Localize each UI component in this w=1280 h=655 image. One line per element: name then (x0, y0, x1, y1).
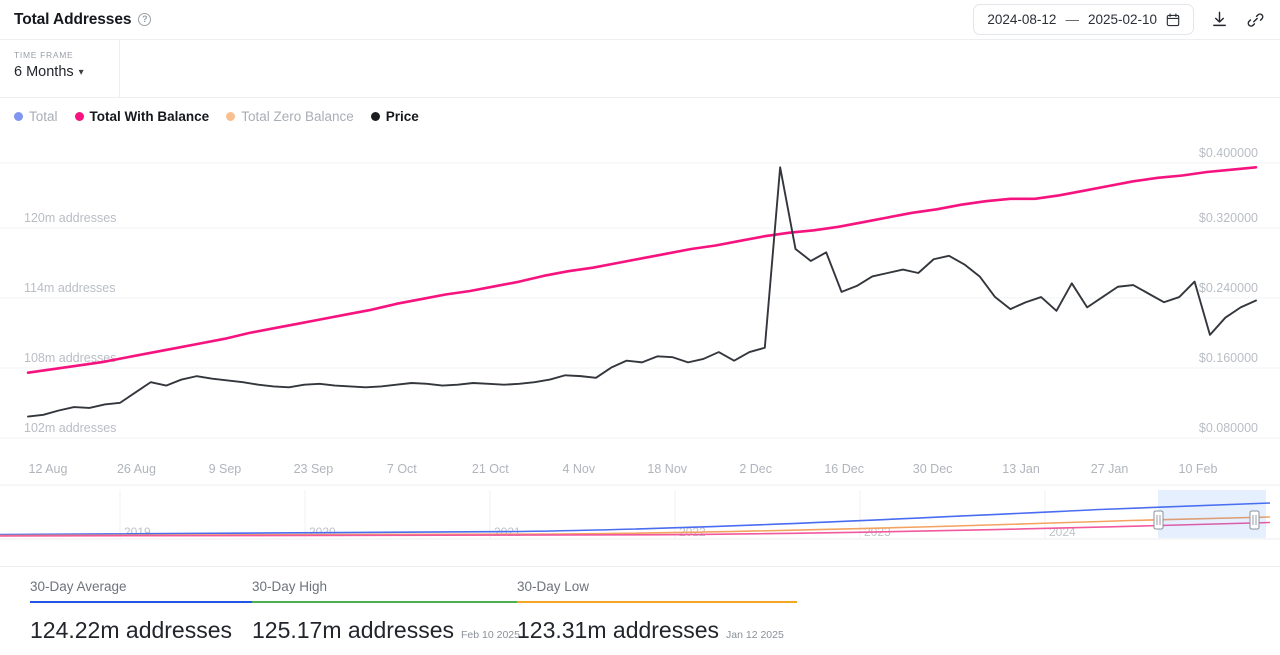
stat-value: 124.22m addresses (30, 617, 233, 643)
link-icon[interactable] (1246, 10, 1266, 30)
stat-value: 125.17m addresses (252, 617, 455, 643)
chart-navigator[interactable]: 2019 2020 2021 2022 2023 2024 (0, 484, 1280, 556)
chart-gridlines (0, 162, 1280, 439)
stat-30-day-low: 30-Day Low 123.31m addresses Jan 12 2025 (517, 567, 797, 655)
svg-text:13 Jan: 13 Jan (1002, 462, 1040, 476)
svg-text:7 Oct: 7 Oct (387, 462, 417, 476)
legend-label-total-with-balance: Total With Balance (89, 108, 210, 124)
navigator-series-total (0, 502, 1271, 536)
page-title: Total Addresses (14, 10, 132, 28)
svg-text:$0.080000: $0.080000 (1199, 421, 1258, 435)
legend-dot-total-with-balance (74, 111, 84, 121)
svg-text:21 Oct: 21 Oct (472, 462, 509, 476)
svg-text:26 Aug: 26 Aug (117, 462, 156, 476)
legend-label-total: Total (29, 108, 58, 124)
widget-header: Total Addresses ? 2024-08-12 — 2025-02-1… (0, 0, 1280, 40)
date-range-separator: — (1065, 12, 1079, 27)
timeframe-row: TIME FRAME 6 Months ▾ (0, 40, 1280, 98)
stat-date: Jan 12 2025 (726, 629, 784, 641)
date-range-end: 2025-02-10 (1087, 12, 1157, 27)
timeframe-selector[interactable]: TIME FRAME 6 Months ▾ (0, 40, 120, 98)
title-group: Total Addresses ? (0, 10, 152, 29)
series-line-total-with-balance (26, 166, 1258, 374)
stat-value-row: 123.31m addresses Jan 12 2025 (517, 617, 797, 644)
svg-text:120m addresses: 120m addresses (24, 211, 116, 225)
chart-plot-area[interactable]: 120m addresses 114m addresses 108m address… (0, 134, 1280, 479)
svg-text:2019: 2019 (124, 525, 151, 539)
legend-dot-total (14, 111, 23, 121)
navigator-handle-left[interactable] (1153, 510, 1164, 530)
stat-rule (517, 601, 797, 603)
svg-text:12 Aug: 12 Aug (29, 462, 68, 476)
stat-30-day-high: 30-Day High 125.17m addresses Feb 10 202… (252, 567, 520, 655)
legend-dot-total-zero-balance (226, 111, 236, 121)
stat-value-row: 125.17m addresses Feb 10 2025 (252, 617, 520, 644)
download-icon[interactable] (1210, 10, 1230, 30)
stat-label: 30-Day High (252, 579, 328, 594)
legend-item-total-with-balance[interactable]: Total With Balance (74, 108, 210, 124)
legend-item-total[interactable]: Total (14, 109, 58, 124)
stat-label: 30-Day Average (30, 579, 127, 594)
svg-text:30 Dec: 30 Dec (913, 462, 953, 476)
chart-legend: Total Total With Balance Total Zero Bala… (0, 98, 1280, 134)
legend-item-total-zero-balance[interactable]: Total Zero Balance (226, 109, 354, 124)
chart-svg: 120m addresses114m addresses108m address… (0, 146, 1280, 476)
svg-text:4 Nov: 4 Nov (562, 462, 595, 476)
stat-label: 30-Day Low (517, 579, 590, 594)
navigator-svg: 2019 2020 2021 2022 2023 2024 (0, 484, 1280, 540)
svg-text:23 Sep: 23 Sep (294, 462, 334, 476)
stat-30-day-average: 30-Day Average 124.22m addresses (30, 567, 252, 655)
svg-text:2 Dec: 2 Dec (739, 462, 772, 476)
legend-item-price[interactable]: Price (370, 108, 419, 124)
svg-text:16 Dec: 16 Dec (824, 462, 864, 476)
series-line-price (27, 166, 1257, 418)
svg-text:10 Feb: 10 Feb (1179, 462, 1218, 476)
svg-text:27 Jan: 27 Jan (1091, 462, 1129, 476)
legend-label-price: Price (385, 108, 419, 124)
x-axis-labels: 12 Aug 26 Aug 9 Sep 23 Sep 7 Oct 21 Oct 4 Nov 1… (29, 462, 1218, 476)
svg-text:102m addresses: 102m addresses (24, 421, 116, 435)
svg-text:9 Sep: 9 Sep (209, 462, 242, 476)
svg-text:$0.320000: $0.320000 (1199, 211, 1258, 225)
y-axis-right-labels: $0.400000 $0.320000 $0.240000 $0.160000 $0.0… (1199, 146, 1258, 435)
svg-text:18 Nov: 18 Nov (647, 462, 687, 476)
svg-text:114m addresses: 114m addresses (24, 281, 116, 295)
timeframe-value-row: 6 Months ▾ (14, 64, 119, 80)
calendar-icon (1166, 12, 1180, 27)
svg-text:$0.160000: $0.160000 (1199, 351, 1258, 365)
stat-rule (252, 601, 517, 603)
date-range-start: 2024-08-12 (987, 12, 1057, 27)
chevron-down-icon: ▾ (78, 66, 84, 78)
question-circle-icon[interactable]: ? (138, 13, 152, 26)
stats-row: 30-Day Average 124.22m addresses 30-Day … (0, 566, 1280, 655)
navigator-handle-right[interactable] (1249, 510, 1260, 530)
svg-text:$0.240000: $0.240000 (1199, 281, 1258, 295)
stat-date: Feb 10 2025 (461, 629, 520, 641)
y-axis-left-labels: 120m addresses114m addresses108m address… (24, 211, 116, 435)
stat-rule (30, 601, 252, 603)
header-actions: 2024-08-12 — 2025-02-10 (973, 4, 1280, 35)
legend-dot-price (370, 111, 380, 121)
timeframe-label: TIME FRAME (14, 50, 74, 60)
date-range-picker[interactable]: 2024-08-12 — 2025-02-10 (973, 4, 1194, 35)
stat-value-row: 124.22m addresses (30, 617, 252, 644)
total-addresses-chart-widget: Total Addresses ? 2024-08-12 — 2025-02-1… (0, 0, 1280, 655)
legend-label-total-zero-balance: Total Zero Balance (241, 108, 354, 124)
timeframe-value: 6 Months (14, 64, 74, 80)
stat-value: 123.31m addresses (517, 617, 720, 643)
svg-text:$0.400000: $0.400000 (1199, 146, 1258, 160)
